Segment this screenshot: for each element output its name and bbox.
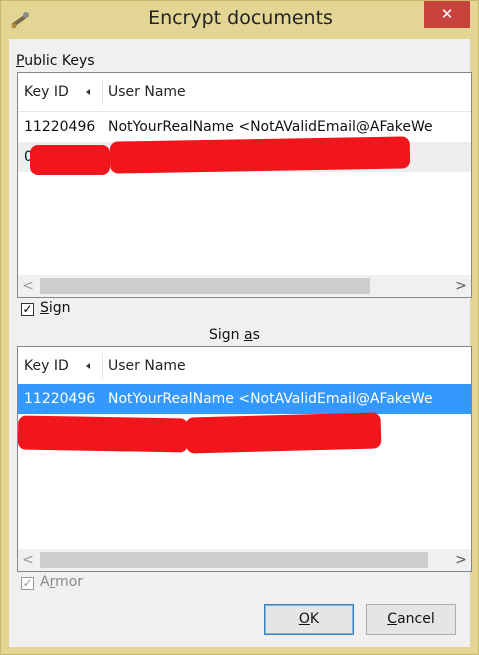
redaction-mark <box>18 415 189 453</box>
armor-checkbox[interactable]: ✓ <box>21 577 34 590</box>
key-id-cell: 11220496 <box>24 391 96 407</box>
window-title: Encrypt documents <box>148 7 333 29</box>
encrypt-dialog: Encrypt documents ✕ Public Keys Key ID U… <box>0 0 479 655</box>
scroll-left-icon[interactable]: < <box>18 275 38 297</box>
ok-button[interactable]: OK <box>264 604 354 635</box>
list-header: Key ID User Name <box>18 347 471 386</box>
dialog-body: Public Keys Key ID User Name 11220496 No… <box>9 39 472 647</box>
list-header: Key ID User Name <box>18 73 471 112</box>
list-item-selected[interactable]: 11220496 NotYourRealName <NotAValidEmail… <box>18 384 471 414</box>
sort-left-arrow-icon <box>86 363 90 369</box>
public-keys-list[interactable]: Key ID User Name 11220496 NotYourRealNam… <box>17 72 472 298</box>
cancel-button[interactable]: Cancel <box>366 604 456 635</box>
horizontal-scrollbar[interactable]: < > <box>18 549 471 571</box>
scroll-right-icon[interactable]: > <box>451 275 471 297</box>
redaction-mark <box>30 145 110 175</box>
sign-as-list[interactable]: Key ID User Name 11220496 NotYourRealNam… <box>17 346 472 572</box>
scroll-thumb[interactable] <box>40 552 428 568</box>
column-divider[interactable] <box>102 79 103 105</box>
armor-label: Armor <box>40 574 84 590</box>
redaction-mark <box>185 412 382 454</box>
column-user-name[interactable]: User Name <box>108 347 186 385</box>
column-divider[interactable] <box>102 353 103 379</box>
redaction-mark <box>109 136 411 174</box>
sign-label: Sign <box>40 300 71 316</box>
scroll-thumb[interactable] <box>40 278 370 294</box>
column-key-id[interactable]: Key ID <box>24 347 69 385</box>
column-user-name[interactable]: User Name <box>108 73 186 111</box>
title-bar[interactable]: Encrypt documents ✕ <box>1 1 478 39</box>
scroll-left-icon[interactable]: < <box>18 549 38 571</box>
user-name-cell: NotYourRealName <NotAValidEmail@AFakeWe <box>108 391 433 407</box>
sign-as-label: Sign as <box>209 327 260 343</box>
key-id-cell: 11220496 <box>24 119 96 135</box>
public-keys-label: Public Keys <box>16 53 95 69</box>
column-key-id[interactable]: Key ID <box>24 73 69 111</box>
scroll-right-icon[interactable]: > <box>451 549 471 571</box>
horizontal-scrollbar[interactable]: < > <box>18 275 471 297</box>
sort-left-arrow-icon <box>86 89 90 95</box>
sign-checkbox[interactable]: ✓ <box>21 303 34 316</box>
close-button[interactable]: ✕ <box>424 1 470 28</box>
